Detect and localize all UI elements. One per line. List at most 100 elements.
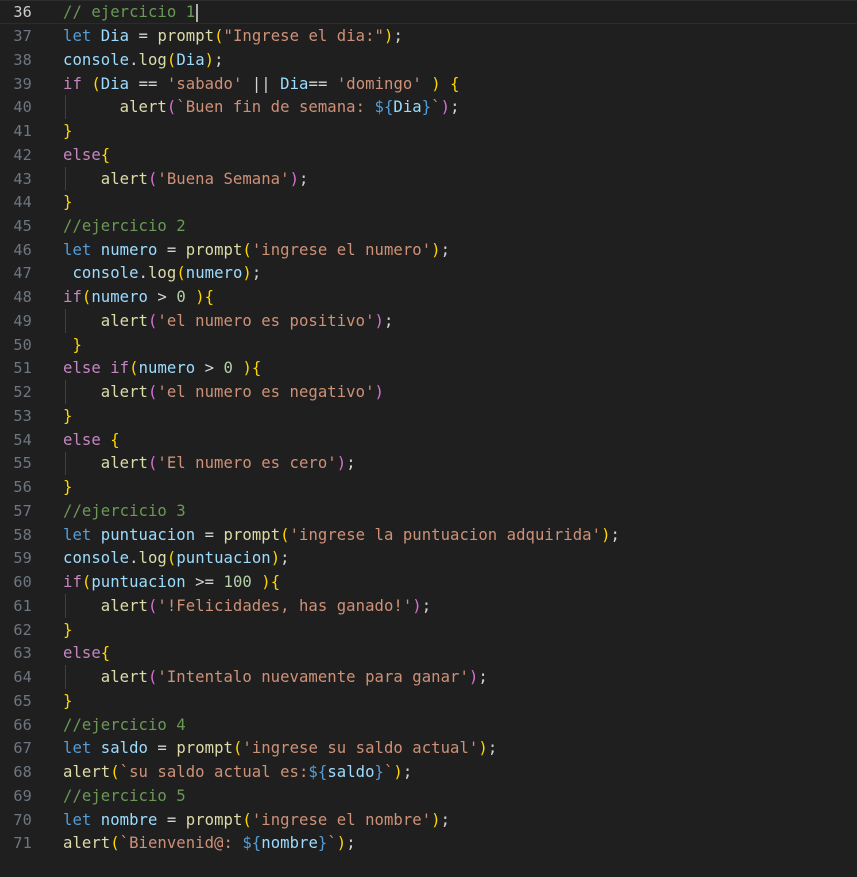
code-line[interactable]: 67 let saldo = prompt('ingrese su saldo a… (0, 736, 857, 760)
code-line[interactable]: 70 let nombre = prompt('ingrese el nombre… (0, 808, 857, 832)
code-line[interactable]: 50 } (0, 333, 857, 357)
code-token: ( (147, 668, 158, 687)
code-editor[interactable]: 36// ejercicio 1 37 let Dia = prompt("Ingr… (0, 0, 857, 877)
line-number: 39 (13, 74, 32, 93)
code-line[interactable]: 62} (0, 618, 857, 642)
code-line[interactable]: 44} (0, 190, 857, 214)
code-line[interactable]: 55 alert('El numero es cero'); (0, 452, 857, 476)
code-token: ( (214, 27, 224, 46)
code-line[interactable]: 66 //ejercicio 4 (0, 713, 857, 737)
code-line[interactable]: 54 else { (0, 428, 857, 452)
code-token: } (63, 620, 73, 639)
code-line[interactable]: 45 //ejercicio 2 (0, 214, 857, 238)
line-number: 69 (13, 786, 32, 805)
code-line[interactable]: 52 alert('el numero es negativo') (0, 380, 857, 404)
code-token: > (147, 288, 177, 307)
code-text: } (63, 692, 72, 710)
code-line[interactable]: 68 alert(`su saldo actual es:${saldo}`); (0, 760, 857, 784)
code-line[interactable]: 64 alert('Intentalo nuevamente para gana… (0, 665, 857, 689)
indent-guide (65, 166, 66, 191)
code-line[interactable]: 51 else if(numero > 0 ){ (0, 357, 857, 381)
code-line[interactable]: 36 // ejercicio 1 (0, 1, 857, 25)
code-token: 'ingrese el numero' (251, 240, 432, 259)
code-token: ) (431, 810, 441, 829)
code-text: alert('Buena Semana'); (63, 169, 309, 188)
code-line[interactable]: 49 alert('el numero es positivo'); (0, 309, 857, 333)
code-line[interactable]: 46 let numero = prompt('ingrese el numero… (0, 238, 857, 262)
code-token: ) (336, 834, 347, 853)
code-token: alert (100, 169, 148, 188)
line-number: 46 (13, 240, 32, 259)
code-line[interactable]: 69 //ejercicio 5 (0, 784, 857, 808)
code-token: ; (251, 264, 262, 283)
code-line[interactable]: 63 else{ (0, 641, 857, 665)
code-token: ${ (308, 763, 328, 782)
code-line[interactable]: 56} (0, 475, 857, 499)
code-text: } (63, 407, 72, 425)
code-token: `Bienvenid@: (119, 834, 243, 853)
code-text: else{ (63, 644, 110, 662)
code-token: let (63, 810, 92, 829)
code-token: 'ingrese el nombre' (251, 810, 432, 829)
code-line[interactable]: 60 if(puntuacion >= 100 ){ (0, 570, 857, 594)
code-token: ) (374, 311, 384, 330)
code-token: . (138, 264, 148, 283)
code-line[interactable]: 58 let puntuacion = prompt('ingrese la pu… (0, 523, 857, 547)
code-line[interactable]: 39 if (Dia == 'sabado' || Dia== 'domingo'… (0, 72, 857, 96)
code-token: = (157, 240, 186, 259)
code-token: = (129, 27, 158, 46)
code-token: 'sabado' (166, 74, 243, 93)
code-token: { (110, 430, 120, 449)
code-text: console.log(Dia); (63, 51, 224, 69)
code-text: console.log(puntuacion); (63, 549, 290, 567)
code-token: alert (63, 834, 111, 853)
line-number: 37 (13, 27, 32, 46)
code-line[interactable]: 47 console.log(numero); (0, 262, 857, 286)
code-line[interactable]: 42 else{ (0, 143, 857, 167)
code-line[interactable]: 61 alert('!Felicidades, has ganado!'); (0, 594, 857, 618)
code-token: ( (242, 240, 252, 259)
code-token: alert (100, 596, 148, 615)
code-line[interactable]: 59 console.log(puntuacion); (0, 547, 857, 571)
code-token: `su saldo actual es: (119, 763, 309, 782)
code-line[interactable]: 41} (0, 119, 857, 143)
code-token: ( (147, 383, 158, 402)
code-line[interactable]: 48 if(numero > 0 ){ (0, 285, 857, 309)
code-line[interactable]: 71 alert(`Bienvenid@: ${nombre}`); (0, 831, 857, 855)
code-token: 100 (223, 573, 252, 592)
code-token: prompt (185, 810, 243, 829)
code-line[interactable]: 38 console.log(Dia); (0, 48, 857, 72)
code-text: } (63, 122, 72, 140)
code-token: = (195, 525, 224, 544)
code-text: if(numero > 0 ){ (63, 288, 214, 306)
code-token: numero (100, 240, 158, 259)
code-token: } (421, 98, 432, 117)
code-token: = (147, 739, 177, 758)
code-line[interactable]: 40 alert(`Buen fin de semana: ${Dia}`); (0, 95, 857, 119)
code-token: ) (270, 549, 281, 568)
indent-guide (65, 309, 66, 333)
code-token: ) (440, 98, 451, 117)
code-text: //ejercicio 5 (63, 787, 186, 805)
code-token: ( (176, 264, 186, 283)
code-line[interactable]: 65} (0, 689, 857, 713)
code-token: //ejercicio 4 (63, 715, 186, 734)
line-number: 64 (13, 668, 32, 687)
code-token: puntuacion (100, 525, 196, 544)
line-number: 36 (13, 3, 32, 22)
code-line[interactable]: 43 alert('Buena Semana'); (0, 167, 857, 191)
code-text: alert('el numero es positivo'); (63, 311, 394, 330)
code-line[interactable]: 57 //ejercicio 3 (0, 499, 857, 523)
code-line[interactable]: 53} (0, 404, 857, 428)
line-number: 53 (13, 406, 32, 425)
code-token: numero (138, 359, 196, 378)
code-line[interactable]: 37 let Dia = prompt("Ingrese el dia:"); (0, 24, 857, 48)
indent-guide (65, 594, 66, 618)
code-text: } (63, 193, 72, 211)
